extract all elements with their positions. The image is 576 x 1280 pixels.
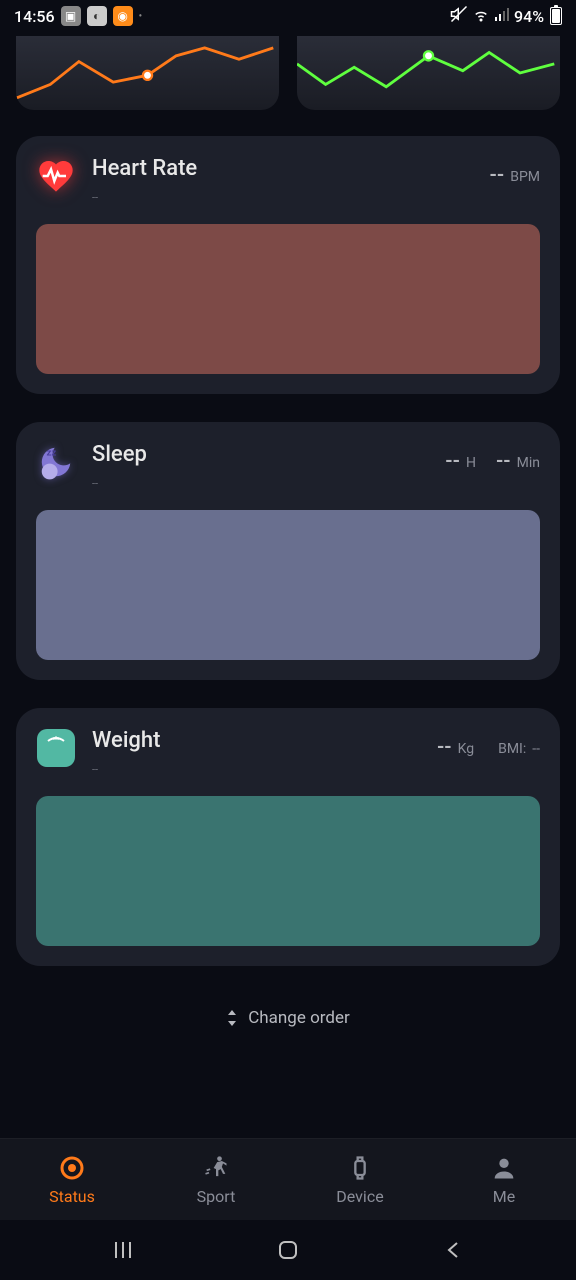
status-bar-right: 94% [450, 5, 562, 27]
scale-icon [36, 728, 76, 768]
weight-title-block: Weight -- [92, 728, 421, 776]
sleep-values: -- H -- Min [445, 448, 540, 472]
mute-icon [450, 5, 468, 27]
cloud-icon: ◐ [87, 6, 107, 26]
nav-status-label: Status [49, 1187, 95, 1206]
mini-chart-right-svg [297, 36, 560, 110]
heart-rate-chart-area [36, 224, 540, 374]
battery-icon [550, 7, 562, 25]
heart-rate-subtitle: -- [92, 191, 474, 204]
heart-rate-header: Heart Rate -- -- BPM [36, 156, 540, 204]
mini-chart-right[interactable] [297, 36, 560, 110]
heart-rate-value: -- [490, 162, 505, 186]
sleep-card[interactable]: zz Sleep -- -- H -- Min [16, 422, 560, 680]
more-dot-icon: • [139, 11, 143, 22]
nav-sport-label: Sport [197, 1187, 236, 1206]
svg-text:zz: zz [47, 448, 57, 459]
heart-rate-card[interactable]: Heart Rate -- -- BPM [16, 136, 560, 394]
heart-icon [36, 156, 76, 196]
sleep-subtitle: -- [92, 477, 429, 490]
weight-values: -- Kg BMI: -- [437, 734, 540, 758]
gallery-icon: ▣ [61, 6, 81, 26]
weight-title: Weight [92, 728, 421, 753]
heart-rate-unit: BPM [510, 169, 540, 185]
watch-icon [345, 1153, 375, 1183]
weight-bmi-value: -- [532, 741, 540, 757]
system-nav [0, 1220, 576, 1280]
home-button[interactable] [274, 1236, 302, 1264]
status-bar-left: 14:56 ▣ ◐ ◉ • [14, 6, 142, 26]
heart-rate-title-block: Heart Rate -- [92, 156, 474, 204]
status-icon [57, 1153, 87, 1183]
weight-unit: Kg [458, 741, 474, 757]
status-time: 14:56 [14, 7, 55, 26]
change-order-button[interactable]: Change order [16, 994, 560, 1054]
nav-device-label: Device [336, 1187, 383, 1206]
status-bar: 14:56 ▣ ◐ ◉ • 94% [0, 0, 576, 32]
weight-chart-area [36, 796, 540, 946]
weight-bmi-label: BMI: [498, 741, 526, 757]
nav-me[interactable]: Me [432, 1139, 576, 1220]
wifi-icon [472, 5, 490, 27]
running-icon [201, 1153, 231, 1183]
sleep-title-block: Sleep -- [92, 442, 429, 490]
signal-icon [494, 6, 510, 26]
nav-device[interactable]: Device [288, 1139, 432, 1220]
person-icon [489, 1153, 519, 1183]
sleep-min-value: -- [496, 448, 511, 472]
sort-icon [226, 1010, 238, 1026]
nav-status[interactable]: Status [0, 1139, 144, 1220]
sleep-h-value: -- [445, 448, 460, 472]
nav-sport[interactable]: Sport [144, 1139, 288, 1220]
sleep-min-unit: Min [517, 455, 540, 471]
change-order-label: Change order [248, 1008, 350, 1028]
weight-value: -- [437, 734, 452, 758]
recents-button[interactable] [109, 1236, 137, 1264]
sleep-h-unit: H [466, 455, 476, 471]
weight-card[interactable]: Weight -- -- Kg BMI: -- [16, 708, 560, 966]
weight-header: Weight -- -- Kg BMI: -- [36, 728, 540, 776]
heart-rate-values: -- BPM [490, 162, 540, 186]
sleep-header: zz Sleep -- -- H -- Min [36, 442, 540, 490]
sleep-chart-area [36, 510, 540, 660]
bottom-nav: Status Sport Device Me [0, 1138, 576, 1220]
back-button[interactable] [439, 1236, 467, 1264]
mini-chart-left-svg [16, 36, 279, 110]
top-charts-row [16, 36, 560, 110]
moon-icon: zz [36, 442, 76, 482]
app-icon: ◉ [113, 6, 133, 26]
weight-subtitle: -- [92, 763, 421, 776]
sleep-title: Sleep [92, 442, 429, 467]
mini-chart-left[interactable] [16, 36, 279, 110]
battery-text: 94% [514, 7, 544, 26]
heart-rate-title: Heart Rate [92, 156, 474, 181]
nav-me-label: Me [493, 1187, 515, 1206]
